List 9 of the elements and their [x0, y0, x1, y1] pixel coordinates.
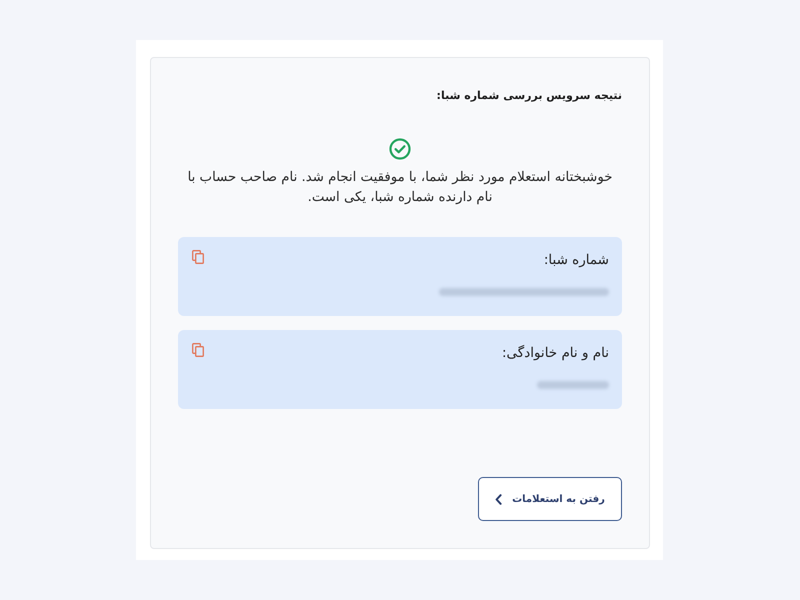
result-message: خوشبختانه استعلام مورد نظر شما، با موفقیت انجام شد. نام صاحب حساب با نام دارنده شماره شبا، یکی است. [186, 169, 614, 207]
copy-icon[interactable] [192, 343, 204, 357]
go-to-inquiries-button[interactable]: رفتن به استعلامات [478, 477, 622, 521]
chevron-icon [495, 494, 502, 504]
blurred-value [537, 381, 609, 389]
field-label: نام و نام خانوادگی: [502, 344, 609, 362]
result-title: نتیجه سرویس بررسی شماره شبا: [436, 88, 622, 104]
copy-icon[interactable] [192, 250, 204, 264]
field-label: شماره شبا: [544, 251, 609, 269]
